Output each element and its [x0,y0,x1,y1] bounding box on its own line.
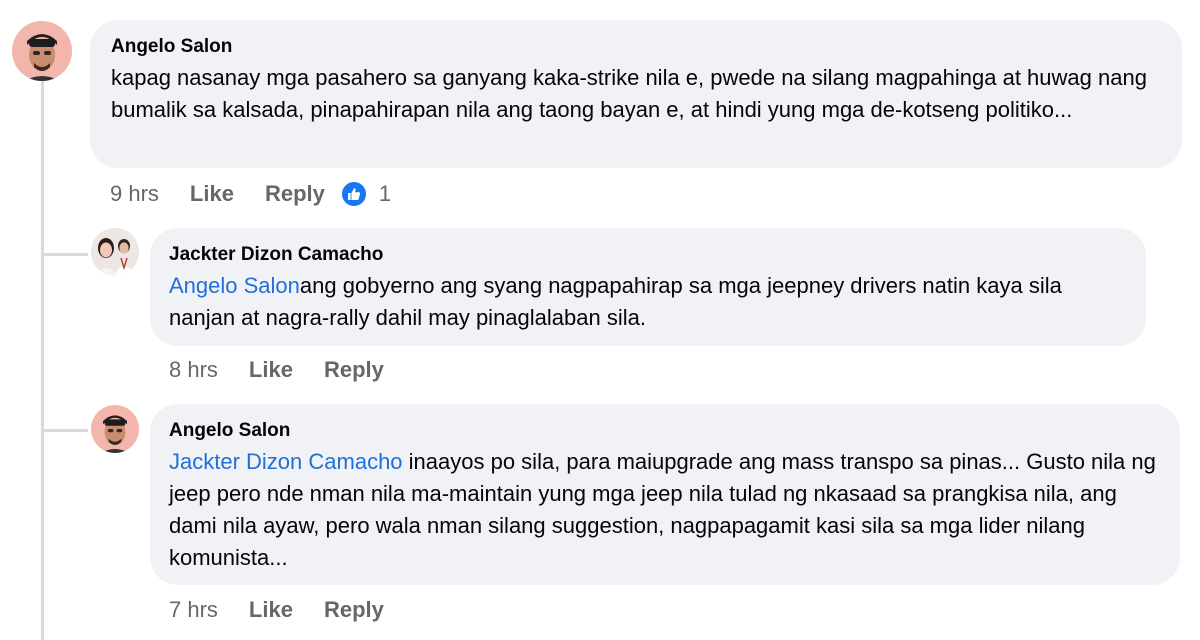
comment-bubble: Angelo Salon Jackter Dizon Camacho inaay… [150,404,1180,585]
avatar[interactable] [12,21,72,81]
reply-button[interactable]: Reply [324,356,384,384]
thread-line-branch-1 [41,253,88,256]
comment-actions: 9 hrs Like Reply 1 [110,180,391,208]
reaction-count: 1 [378,181,392,206]
comment-bubble: Jackter Dizon Camacho Angelo Salonang go… [150,228,1146,346]
comment-text: Angelo Salonang gobyerno ang syang nagpa… [169,270,1129,334]
comment-author[interactable]: Jackter Dizon Camacho [169,243,1126,267]
reply-button[interactable]: Reply [265,180,325,208]
comment-timestamp[interactable]: 9 hrs [110,180,159,208]
avatar-jackter-icon [91,228,139,276]
comment-text: kapag nasanay mga pasahero sa ganyang ka… [111,65,1147,122]
comment-body: ang gobyerno ang syang nagpapahirap sa m… [169,273,1062,330]
thread-line-vertical [41,80,44,640]
comment-author[interactable]: Angelo Salon [169,419,1160,443]
comment-actions: 7 hrs Like Reply [169,596,384,624]
comment-timestamp[interactable]: 8 hrs [169,356,218,384]
avatar-angelo-icon [91,405,139,453]
like-button[interactable]: Like [249,356,293,384]
like-button[interactable]: Like [190,180,234,208]
reply-button[interactable]: Reply [324,596,384,624]
avatar[interactable] [91,228,139,276]
mention-link[interactable]: Angelo Salon [169,273,300,298]
avatar-angelo-icon [12,21,72,81]
thread-line-branch-2 [41,429,88,432]
avatar[interactable] [91,405,139,453]
comment-text: Jackter Dizon Camacho inaayos po sila, p… [169,446,1159,574]
mention-link[interactable]: Jackter Dizon Camacho [169,449,403,474]
like-button[interactable]: Like [249,596,293,624]
like-reaction-icon[interactable] [341,182,366,206]
comment-timestamp[interactable]: 7 hrs [169,596,218,624]
comment-actions: 8 hrs Like Reply [169,356,384,384]
comment-author[interactable]: Angelo Salon [111,35,1162,59]
comment-bubble: Angelo Salon kapag nasanay mga pasahero … [90,20,1182,168]
